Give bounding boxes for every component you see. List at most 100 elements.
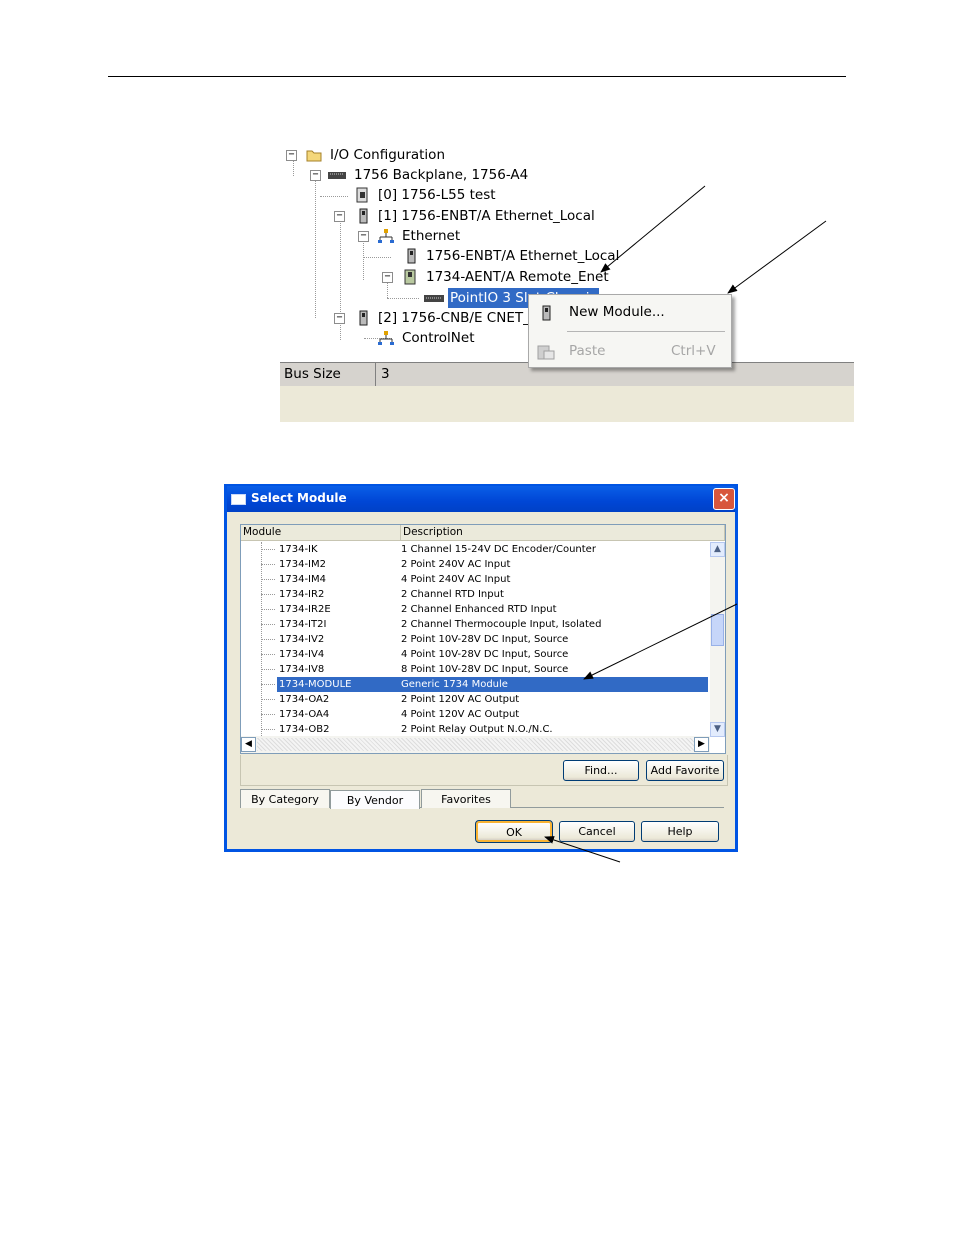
module-description: 2 Point 240V AC Input	[401, 559, 511, 570]
module-row[interactable]: 1734-IM2 2 Point 240V AC Input	[241, 557, 709, 572]
module-row[interactable]: 1734-IV2 2 Point 10V-28V DC Input, Source	[241, 632, 709, 647]
collapse-toggle-icon[interactable]: −	[358, 231, 369, 242]
tree-node-label: 1734-AENT/A Remote_Enet	[426, 269, 609, 285]
module-icon	[539, 304, 555, 321]
column-header-description[interactable]: Description	[401, 525, 725, 541]
module-row[interactable]: 1734-OB2 2 Point Relay Output N.O./N.C.	[241, 722, 709, 737]
module-row[interactable]: 1734-MODULE Generic 1734 Module	[241, 677, 709, 692]
module-catalog-number: 1734-OA2	[279, 694, 330, 705]
module-row[interactable]: 1734-IK 1 Channel 15-24V DC Encoder/Count…	[241, 542, 709, 557]
tree-node-label: Ethernet	[402, 228, 461, 244]
module-row[interactable]: 1734-IV8 8 Point 10V-28V DC Input, Source	[241, 662, 709, 677]
module-description: 4 Point 240V AC Input	[401, 574, 511, 585]
find-button[interactable]: Find...	[563, 760, 639, 781]
row-tree-line	[261, 564, 275, 565]
tree-connector	[363, 257, 391, 258]
menu-item-shortcut: Ctrl+V	[671, 343, 716, 359]
add-favorite-button[interactable]: Add Favorite	[646, 760, 724, 781]
module-catalog-number: 1734-IK	[279, 544, 318, 555]
row-tree-line	[261, 594, 275, 595]
menu-item-label: Paste	[569, 343, 606, 359]
tab-by-vendor[interactable]: By Vendor	[330, 790, 420, 809]
row-tree-line	[261, 669, 275, 670]
ok-button[interactable]: OK	[475, 820, 553, 843]
collapse-toggle-icon[interactable]: −	[382, 272, 393, 283]
module-description: 2 Point 120V AC Output	[401, 694, 520, 705]
menu-item-label: New Module...	[569, 304, 665, 320]
module-row[interactable]: 1734-IM4 4 Point 240V AC Input	[241, 572, 709, 587]
collapse-toggle-icon[interactable]: −	[334, 211, 345, 222]
module-row[interactable]: 1734-IV4 4 Point 10V-28V DC Input, Source	[241, 647, 709, 662]
module-catalog-number: 1734-OA4	[279, 709, 330, 720]
scroll-thumb[interactable]	[711, 614, 724, 646]
module-catalog-number: 1734-IV8	[279, 664, 325, 675]
tree-connector	[363, 240, 364, 280]
scroll-left-icon[interactable]: ◀	[241, 737, 256, 752]
close-icon[interactable]: ×	[713, 488, 735, 510]
collapse-toggle-icon[interactable]: −	[310, 170, 321, 181]
row-tree-line	[261, 654, 275, 655]
menu-item-paste[interactable]: Paste Ctrl+V	[529, 338, 731, 364]
property-divider	[375, 362, 376, 386]
module-description: 2 Channel Enhanced RTD Input	[401, 604, 557, 615]
io-configuration-tree-panel: − I/O Configuration − 1756 Backplane, 17…	[280, 140, 854, 422]
vertical-scrollbar[interactable]: ▲ ▼	[710, 542, 725, 737]
row-tree-line	[261, 549, 275, 550]
module-catalog-number: 1734-IR2E	[279, 604, 331, 615]
dialog-titlebar[interactable]: Select Module ×	[227, 486, 735, 512]
network-icon	[378, 330, 394, 346]
module-description: 4 Point 10V-28V DC Input, Source	[401, 649, 569, 660]
property-value[interactable]: 3	[381, 363, 390, 385]
module-description: 8 Point 10V-28V DC Input, Source	[401, 664, 569, 675]
module-row[interactable]: 1734-OA4 4 Point 120V AC Output	[241, 707, 709, 722]
tab-by-category[interactable]: By Category	[240, 789, 330, 808]
tree-node-label: [0] 1756-L55 test	[378, 187, 496, 203]
cancel-button[interactable]: Cancel	[559, 821, 635, 842]
menu-separator	[567, 331, 725, 332]
module-row[interactable]: 1734-IT2I 2 Channel Thermocouple Input, I…	[241, 617, 709, 632]
module-list[interactable]: Module Description 1734-IK 1 Channel 15-2…	[240, 524, 726, 754]
scroll-track[interactable]	[257, 738, 697, 751]
tree-node-label: 1756-ENBT/A Ethernet_Local	[426, 248, 620, 264]
horizontal-scrollbar[interactable]: ◀ ▶	[241, 736, 710, 753]
page-header-rule	[108, 76, 846, 77]
select-module-dialog: Select Module × Module Description 1734-…	[224, 484, 738, 852]
backplane-icon	[328, 167, 346, 183]
properties-empty-area	[280, 386, 854, 422]
module-row[interactable]: 1734-IR2 2 Channel RTD Input	[241, 587, 709, 602]
tree-node-label: ControlNet	[402, 330, 475, 346]
folder-icon	[306, 147, 322, 163]
module-description: 1 Channel 15-24V DC Encoder/Counter	[401, 544, 596, 555]
row-tree-line	[261, 714, 275, 715]
dialog-title: Select Module	[251, 491, 347, 505]
chassis-icon	[424, 290, 444, 306]
context-menu: New Module... Paste Ctrl+V	[528, 294, 732, 368]
module-row[interactable]: 1734-OA2 2 Point 120V AC Output	[241, 692, 709, 707]
module-description: 2 Point Relay Output N.O./N.C.	[401, 724, 553, 735]
module-catalog-number: 1734-IV4	[279, 649, 325, 660]
adapter-icon	[402, 269, 418, 285]
module-row[interactable]: 1734-IR2E 2 Channel Enhanced RTD Input	[241, 602, 709, 617]
row-tree-line	[261, 684, 275, 685]
tree-node-label: 1756 Backplane, 1756-A4	[354, 167, 529, 183]
column-header-module[interactable]: Module	[241, 525, 401, 541]
tree-connector	[320, 196, 348, 197]
row-tree-line	[261, 729, 275, 730]
scroll-right-icon[interactable]: ▶	[694, 737, 709, 752]
dialog-body: Module Description 1734-IK 1 Channel 15-2…	[227, 512, 735, 849]
module-catalog-number: 1734-IM2	[279, 559, 326, 570]
collapse-toggle-icon[interactable]: −	[286, 150, 297, 161]
collapse-toggle-icon[interactable]: −	[334, 313, 345, 324]
module-icon	[356, 208, 372, 224]
row-tree-line	[261, 699, 275, 700]
module-catalog-number: 1734-OB2	[279, 724, 330, 735]
tab-favorites[interactable]: Favorites	[421, 789, 511, 808]
module-catalog-number: 1734-IV2	[279, 634, 325, 645]
row-tree-line	[261, 609, 275, 610]
scroll-down-icon[interactable]: ▼	[710, 722, 725, 737]
help-button[interactable]: Help	[641, 821, 719, 842]
module-icon	[404, 248, 420, 264]
scroll-up-icon[interactable]: ▲	[710, 542, 725, 557]
menu-item-new-module[interactable]: New Module...	[529, 299, 731, 325]
module-description: 2 Channel Thermocouple Input, Isolated	[401, 619, 602, 630]
